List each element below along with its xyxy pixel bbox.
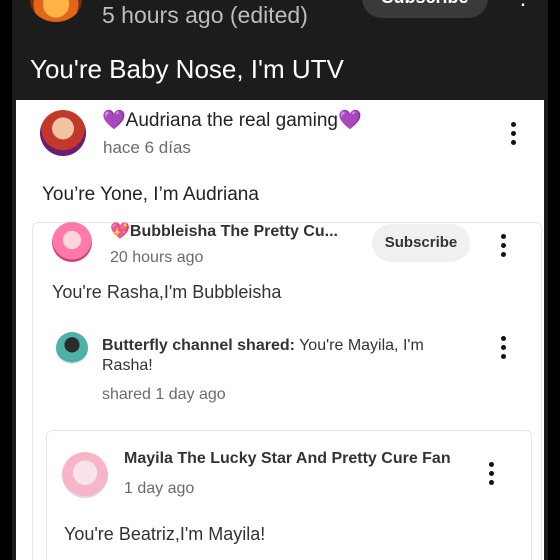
more-options-icon[interactable] bbox=[486, 462, 496, 488]
author-name[interactable]: Butterfly channel bbox=[102, 337, 233, 354]
avatar[interactable] bbox=[56, 332, 88, 364]
author-name: Audriana the real gaming bbox=[125, 110, 338, 131]
shared-comment-card: 💜Audriana the real gaming💜 hace 6 días Y… bbox=[16, 100, 544, 560]
avatar[interactable] bbox=[40, 110, 86, 156]
more-options-icon[interactable] bbox=[498, 336, 508, 362]
shared-label: shared: bbox=[237, 337, 295, 354]
shared-timestamp: shared 1 day ago bbox=[102, 386, 226, 403]
comment-text: You're Beatriz,I'm Mayila! bbox=[64, 524, 266, 544]
channel-avatar[interactable] bbox=[30, 0, 82, 22]
avatar[interactable] bbox=[52, 222, 92, 262]
more-options-icon[interactable] bbox=[498, 234, 508, 260]
comment-author[interactable]: 💜Audriana the real gaming💜 bbox=[102, 108, 362, 132]
comment-text: You’re Yone, I’m Audriana bbox=[42, 184, 259, 205]
purple-heart-icon: 💜 bbox=[337, 110, 362, 131]
comment-author[interactable]: 💖Bubbleisha The Pretty Cu... bbox=[110, 221, 338, 241]
purple-heart-icon: 💜 bbox=[102, 110, 126, 131]
post-text: You're Baby Nose, I'm UTV bbox=[30, 54, 344, 84]
comment-author[interactable]: Mayila The Lucky Star And Pretty Cure Fa… bbox=[124, 450, 451, 468]
comment-timestamp: 1 day ago bbox=[124, 480, 195, 497]
more-options-icon[interactable]: ⋮ bbox=[512, 0, 534, 8]
comment-text: You're Rasha,I'm Bubbleisha bbox=[52, 282, 282, 302]
comment-timestamp: hace 6 días bbox=[103, 138, 191, 157]
pink-heart-icon: 💖 bbox=[110, 223, 130, 240]
post-timestamp: 5 hours ago (edited) bbox=[102, 2, 308, 28]
avatar[interactable] bbox=[62, 452, 108, 498]
more-options-icon[interactable] bbox=[508, 122, 518, 148]
app-frame: 5 hours ago (edited) Subscribe ⋮ You're … bbox=[12, 0, 548, 560]
shared-by-line: Butterfly channel shared: You're Mayila,… bbox=[102, 336, 462, 376]
subscribe-button[interactable]: Subscribe bbox=[362, 0, 488, 18]
author-name: Bubbleisha The Pretty Cu... bbox=[129, 223, 338, 240]
comment-timestamp: 20 hours ago bbox=[110, 249, 204, 266]
subscribe-button[interactable]: Subscribe bbox=[372, 224, 470, 262]
